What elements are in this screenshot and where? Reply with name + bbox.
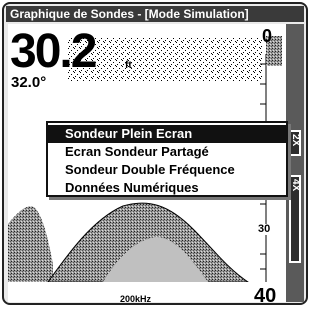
zoom-4x-indicator[interactable]: 4X (289, 175, 301, 263)
water-temperature: 32.0° (11, 74, 47, 91)
menu-item-full-screen-sonar[interactable]: Sondeur Plein Ecran (48, 125, 286, 143)
page-menu: Sondeur Plein Ecran Ecran Sondeur Partag… (46, 121, 288, 197)
sonar-screen: 30.2 ft 32.0° 0 30 40 200kHz 2X 4X Sonde… (8, 24, 304, 302)
sonar-device-window: Graphique de Sondes - [Mode Simulation] (2, 2, 308, 305)
scale-bottom-label: 40 (254, 285, 277, 302)
surface-clutter (68, 38, 263, 82)
scale-mid-label: 30 (256, 223, 273, 235)
depth-unit: ft (125, 60, 132, 71)
menu-item-dual-frequency[interactable]: Sondeur Double Fréquence (48, 161, 286, 179)
scale-top-label: 0 (262, 26, 273, 46)
window-title: Graphique de Sondes - [Mode Simulation] (6, 6, 304, 22)
zoom-2x-indicator[interactable]: 2X (289, 130, 301, 156)
zoom-4x-label: 4X (290, 179, 301, 192)
zoom-panel: 2X 4X (286, 24, 304, 302)
menu-item-digital-data[interactable]: Données Numériques (48, 179, 286, 197)
menu-item-split-sonar[interactable]: Ecran Sondeur Partagé (48, 143, 286, 161)
bottom-arch-left (8, 206, 53, 284)
depth-readout: 30.2 (10, 25, 97, 78)
frequency-label: 200kHz (120, 294, 152, 302)
zoom-2x-label: 2X (290, 134, 301, 147)
